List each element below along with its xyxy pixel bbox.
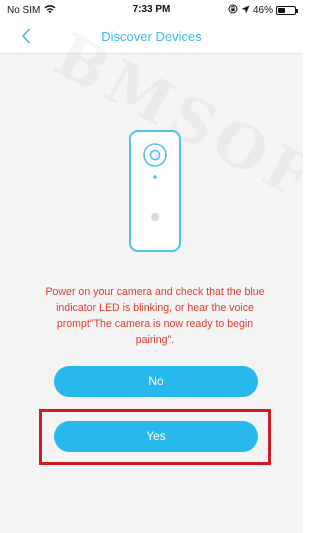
screen: No SIM 7:33 PM 46% Discover Devices Powe… — [0, 0, 303, 533]
back-button[interactable] — [14, 24, 38, 48]
yes-highlight-box — [39, 409, 271, 465]
instruction-text: Power on your camera and check that the … — [45, 286, 265, 346]
no-button[interactable]: No — [54, 366, 258, 397]
battery-icon — [276, 6, 298, 15]
nav-bar: Discover Devices — [0, 20, 303, 54]
location-arrow-icon — [241, 5, 250, 17]
battery-level — [278, 8, 286, 13]
main-content: BMSOFT Power on your camera and check th… — [0, 55, 303, 533]
camera-icon — [129, 130, 181, 252]
chevron-left-icon — [22, 28, 30, 44]
battery-percent: 46% — [252, 5, 273, 16]
status-bar: No SIM 7:33 PM 46% — [0, 0, 303, 20]
orientation-lock-icon — [228, 4, 238, 17]
status-right: 46% — [228, 4, 298, 17]
